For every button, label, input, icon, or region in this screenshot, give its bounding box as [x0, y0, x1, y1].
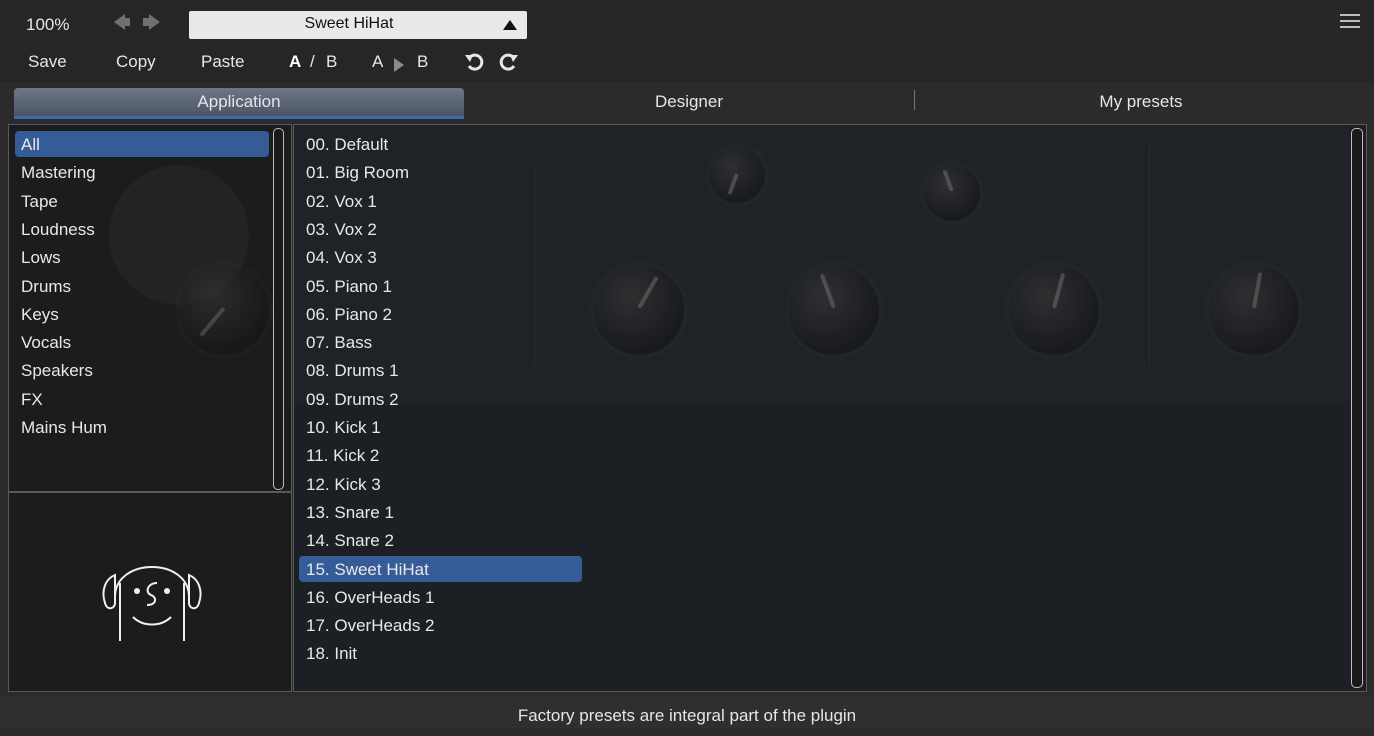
preset-item[interactable]: 09. Drums 2: [306, 390, 399, 410]
copy-b-label: B: [417, 52, 429, 71]
background-knob: [1009, 265, 1099, 355]
category-item[interactable]: Loudness: [21, 220, 95, 240]
category-item[interactable]: Speakers: [21, 361, 93, 381]
preset-tabs: Application Designer My presets: [0, 84, 1374, 120]
preset-item[interactable]: 18. Init: [306, 644, 357, 664]
preset-item[interactable]: 04. Vox 3: [306, 248, 377, 268]
redo-icon[interactable]: [497, 52, 519, 72]
save-button[interactable]: Save: [28, 52, 67, 72]
paste-button[interactable]: Paste: [201, 52, 244, 72]
preset-item[interactable]: 06. Piano 2: [306, 305, 392, 325]
category-item[interactable]: Mains Hum: [21, 418, 107, 438]
copy-a-label: A: [372, 52, 384, 71]
category-item[interactable]: Tape: [21, 192, 58, 212]
preset-item[interactable]: 10. Kick 1: [306, 418, 381, 438]
zoom-level[interactable]: 100%: [26, 15, 69, 35]
prev-arrow-icon-stem: [124, 18, 130, 26]
preset-item[interactable]: 11. Kick 2: [306, 446, 379, 466]
hamburger-menu-icon[interactable]: [1340, 14, 1360, 30]
background-knob: [179, 265, 269, 355]
ab-a-button[interactable]: A: [289, 52, 301, 72]
preset-item[interactable]: 01. Big Room: [306, 163, 409, 183]
tab-divider: [914, 90, 915, 110]
headphone-face-logo-icon: [102, 566, 202, 641]
category-item[interactable]: All: [21, 135, 40, 155]
preset-selector-name: Sweet HiHat: [304, 15, 394, 32]
category-item[interactable]: Lows: [21, 248, 61, 268]
preset-selector[interactable]: Sweet HiHat: [189, 11, 527, 39]
ab-b-button[interactable]: B: [326, 52, 337, 72]
category-scrollbar[interactable]: [273, 128, 284, 490]
copy-button[interactable]: Copy: [116, 52, 156, 72]
preset-item[interactable]: 15. Sweet HiHat: [306, 560, 429, 580]
background-knob: [789, 265, 879, 355]
category-item[interactable]: FX: [21, 390, 43, 410]
top-toolbar: 100% Sweet HiHat Save Copy Paste A / B A…: [0, 0, 1374, 82]
background-knob: [924, 165, 980, 221]
preset-item[interactable]: 16. OverHeads 1: [306, 588, 435, 608]
background-divider: [1149, 145, 1150, 365]
preset-item[interactable]: 05. Piano 1: [306, 277, 392, 297]
preset-item[interactable]: 17. OverHeads 2: [306, 616, 435, 636]
background-divider: [534, 165, 535, 365]
copy-a-to-b-arrow-icon[interactable]: [394, 58, 404, 72]
preset-item[interactable]: 00. Default: [306, 135, 388, 155]
background-plugin-art: [294, 125, 1349, 405]
category-item[interactable]: Keys: [21, 305, 59, 325]
undo-icon[interactable]: [464, 52, 486, 72]
preset-item[interactable]: 08. Drums 1: [306, 361, 399, 381]
tab-application[interactable]: Application: [14, 88, 464, 119]
status-bar: Factory presets are integral part of the…: [0, 696, 1374, 728]
dropdown-triangle-icon: [503, 20, 517, 30]
tab-my-presets[interactable]: My presets: [916, 88, 1366, 116]
background-knob: [594, 265, 684, 355]
background-knob: [1209, 265, 1299, 355]
tab-designer[interactable]: Designer: [464, 88, 914, 116]
next-arrow-icon[interactable]: [149, 14, 160, 30]
category-item[interactable]: Drums: [21, 277, 71, 297]
ab-separator: /: [310, 52, 315, 71]
category-item[interactable]: Vocals: [21, 333, 71, 353]
preset-list-scrollbar[interactable]: [1351, 128, 1363, 688]
preset-item[interactable]: 14. Snare 2: [306, 531, 394, 551]
category-selection-highlight: [15, 131, 269, 157]
preset-list: 00. Default 01. Big Room 02. Vox 1 03. Vox …: [293, 124, 1367, 692]
category-list: All Mastering Tape Loudness Lows Drums Keys Voc…: [8, 124, 292, 492]
preset-item[interactable]: 12. Kick 3: [306, 475, 381, 495]
background-knob: [709, 147, 765, 203]
preset-item[interactable]: 13. Snare 1: [306, 503, 394, 523]
category-item[interactable]: Mastering: [21, 163, 96, 183]
preset-item[interactable]: 02. Vox 1: [306, 192, 377, 212]
preset-item[interactable]: 03. Vox 2: [306, 220, 377, 240]
preset-item[interactable]: 07. Bass: [306, 333, 372, 353]
logo-panel: [8, 492, 292, 692]
